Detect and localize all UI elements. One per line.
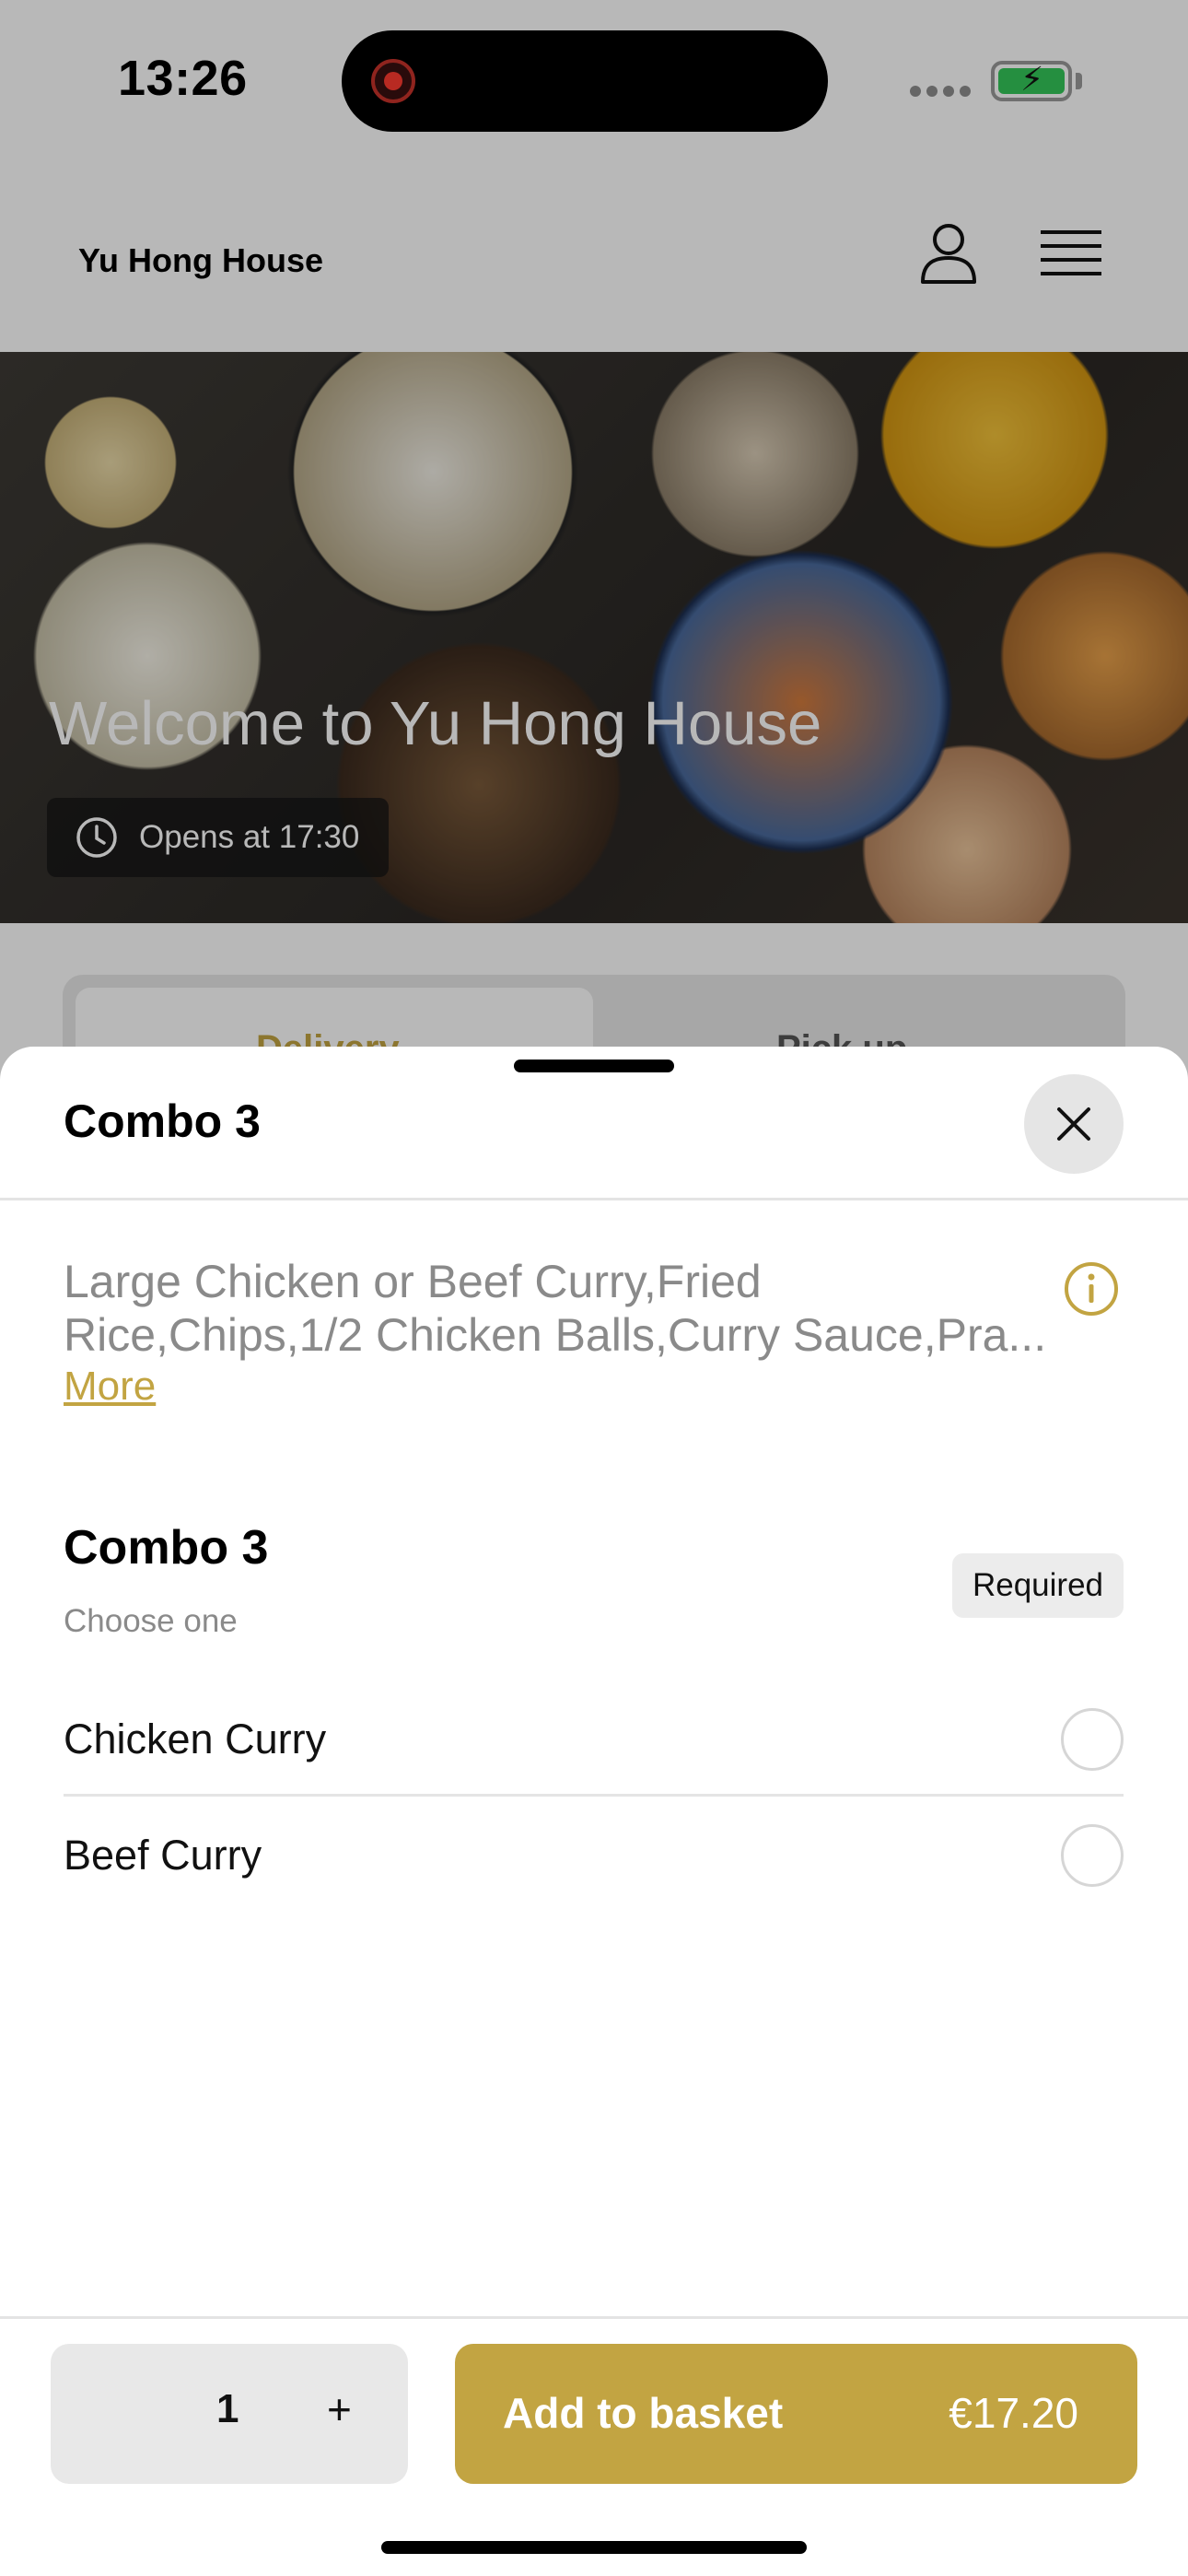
option-label: Beef Curry (64, 1832, 262, 1879)
quantity-value: 1 (216, 2386, 239, 2431)
required-badge: Required (952, 1553, 1124, 1618)
item-price: €17.20 (949, 2389, 1078, 2437)
option-group-title: Combo 3 (64, 1521, 269, 1575)
option-group-subtitle: Choose one (64, 1603, 238, 1639)
info-icon[interactable] (1063, 1260, 1120, 1317)
home-indicator[interactable] (381, 2541, 807, 2554)
sheet-grabber[interactable] (514, 1060, 674, 1072)
radio-button[interactable] (1061, 1824, 1124, 1887)
add-to-basket-button[interactable]: Add to basket €17.20 (455, 2344, 1137, 2484)
more-link[interactable]: More (64, 1364, 156, 1410)
option-label: Chicken Curry (64, 1715, 327, 1762)
increment-button[interactable]: + (327, 2384, 352, 2434)
close-icon (1057, 1107, 1090, 1141)
quantity-stepper[interactable]: 1 + (51, 2344, 408, 2484)
divider (0, 1198, 1188, 1200)
radio-button[interactable] (1061, 1708, 1124, 1771)
sheet-title: Combo 3 (64, 1095, 261, 1147)
item-bottom-sheet: Combo 3 Large Chicken or Beef Curry,Frie… (0, 1047, 1188, 2576)
footer-divider (0, 2316, 1188, 2319)
add-to-basket-label: Add to basket (503, 2389, 784, 2437)
description-line-2: Rice,Chips,1/2 Chicken Balls,Curry Sauce… (64, 1309, 1047, 1361)
description-line-1: Large Chicken or Beef Curry,Fried (64, 1256, 762, 1307)
item-description: Large Chicken or Beef Curry,Fried Rice,C… (64, 1255, 1058, 1362)
close-button[interactable] (1024, 1074, 1124, 1174)
option-row-chicken-curry[interactable]: Chicken Curry (64, 1680, 1124, 1797)
option-row-beef-curry[interactable]: Beef Curry (64, 1797, 1124, 1913)
